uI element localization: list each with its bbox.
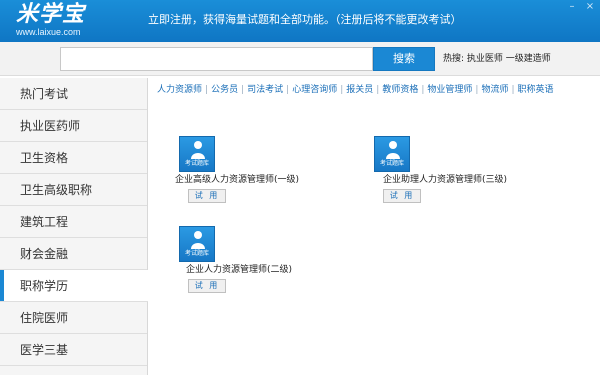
sidebar-item-resident-physician[interactable]: 住院医师: [0, 302, 147, 334]
tab-property-manager[interactable]: 物业管理师: [427, 85, 472, 95]
exam-card: 考试题库 企业人力资源管理师(二级) 试 用: [179, 226, 346, 296]
person-icon: [191, 141, 205, 159]
tab-customs-declarer[interactable]: 报关员: [346, 85, 373, 95]
try-button[interactable]: 试 用: [188, 279, 226, 293]
tab-judicial-exam[interactable]: 司法考试: [247, 85, 283, 95]
search-button[interactable]: 搜索: [373, 47, 435, 71]
try-button[interactable]: 试 用: [383, 189, 421, 203]
category-sidebar: 热门考试 执业医药师 卫生资格 卫生高级职称 建筑工程 财会金融 职称学历 住院…: [0, 78, 148, 375]
tab-psych-counselor[interactable]: 心理咨询师: [292, 85, 337, 95]
tab-logistics[interactable]: 物流师: [481, 85, 508, 95]
sidebar-item-title-education[interactable]: 职称学历: [0, 270, 148, 302]
window-controls: – ×: [566, 2, 596, 12]
sidebar-item-hot[interactable]: 热门考试: [0, 78, 147, 110]
hot-search[interactable]: 热搜: 执业医师 一级建造师: [443, 52, 551, 66]
tab-divider: |: [376, 85, 380, 95]
tab-divider: |: [340, 85, 344, 95]
sidebar-item-medical-basics[interactable]: 医学三基: [0, 334, 147, 366]
sidebar-item-health-senior-title[interactable]: 卫生高级职称: [0, 174, 147, 206]
exam-bank-icon[interactable]: 考试题库: [179, 226, 215, 262]
search-bar: 搜索 热搜: 执业医师 一级建造师: [0, 42, 600, 76]
person-icon: [191, 231, 205, 249]
try-button[interactable]: 试 用: [188, 189, 226, 203]
exam-bank-label: 考试题库: [379, 160, 404, 167]
register-notice[interactable]: 立即注册，获得海量试题和全部功能。（注册后将不能更改考试）: [148, 12, 462, 28]
tab-title-english[interactable]: 职称英语: [518, 85, 554, 95]
category-tabs: 人力资源师 | 公务员 | 司法考试 | 心理咨询师 | 报关员 | 教师资格 | 物业管理师 | 物流师 |…: [157, 84, 593, 96]
tab-teacher-qualification[interactable]: 教师资格: [382, 85, 418, 95]
tab-divider: |: [475, 85, 479, 95]
person-icon: [386, 141, 400, 159]
logo-text: 米学宝: [16, 2, 86, 27]
sidebar-item-finance[interactable]: 财会金融: [0, 238, 147, 270]
app-header: 米学宝 www.laixue.com 立即注册，获得海量试题和全部功能。（注册后…: [0, 0, 600, 42]
search-input[interactable]: [60, 47, 373, 71]
tab-divider: |: [286, 85, 290, 95]
tab-divider: |: [421, 85, 425, 95]
exam-title: 企业助理人力资源管理师(三级): [383, 175, 508, 185]
logo-url: www.laixue.com: [16, 27, 81, 37]
tab-divider: |: [241, 85, 245, 95]
minimize-icon[interactable]: –: [566, 2, 578, 12]
exam-title: 企业人力资源管理师(二级): [186, 265, 293, 275]
exam-bank-icon[interactable]: 考试题库: [374, 136, 410, 172]
tab-divider: |: [511, 85, 515, 95]
exam-bank-label: 考试题库: [184, 160, 209, 167]
tab-divider: |: [205, 85, 209, 95]
sidebar-item-health-qualification[interactable]: 卫生资格: [0, 142, 147, 174]
main-panel: 人力资源师 | 公务员 | 司法考试 | 心理咨询师 | 报关员 | 教师资格 | 物业管理师 | 物流师 |…: [149, 78, 600, 375]
tab-civil-servant[interactable]: 公务员: [211, 85, 238, 95]
close-icon[interactable]: ×: [584, 2, 596, 12]
exam-bank-label: 考试题库: [184, 250, 209, 257]
exam-card: 考试题库 企业助理人力资源管理师(三级) 试 用: [374, 136, 543, 206]
exam-title: 企业高级人力资源管理师(一级): [175, 175, 300, 185]
exam-bank-icon[interactable]: 考试题库: [179, 136, 215, 172]
logo[interactable]: 米学宝 www.laixue.com: [16, 3, 85, 38]
sidebar-item-licensed-pharmacist[interactable]: 执业医药师: [0, 110, 147, 142]
exam-card: 考试题库 企业高级人力资源管理师(一级) 试 用: [175, 136, 335, 206]
sidebar-item-construction[interactable]: 建筑工程: [0, 206, 147, 238]
tab-hr-manager[interactable]: 人力资源师: [157, 85, 202, 95]
